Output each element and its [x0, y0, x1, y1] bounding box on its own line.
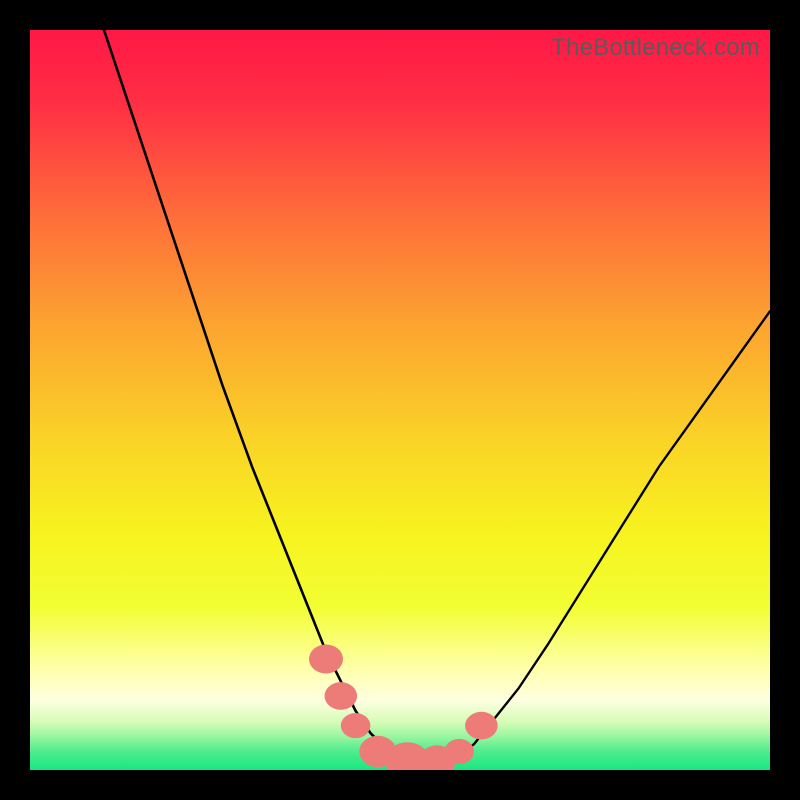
curve-layer [30, 30, 770, 770]
marker-band [309, 645, 498, 770]
curve-right [415, 311, 770, 762]
marker-dot [444, 739, 474, 764]
marker-dot [465, 712, 498, 740]
marker-dot [309, 645, 343, 674]
marker-dot [325, 682, 358, 710]
outer-frame: TheBottleneck.com [0, 0, 800, 800]
curve-left [104, 30, 415, 763]
marker-dot [341, 713, 371, 738]
plot-area: TheBottleneck.com [30, 30, 770, 770]
